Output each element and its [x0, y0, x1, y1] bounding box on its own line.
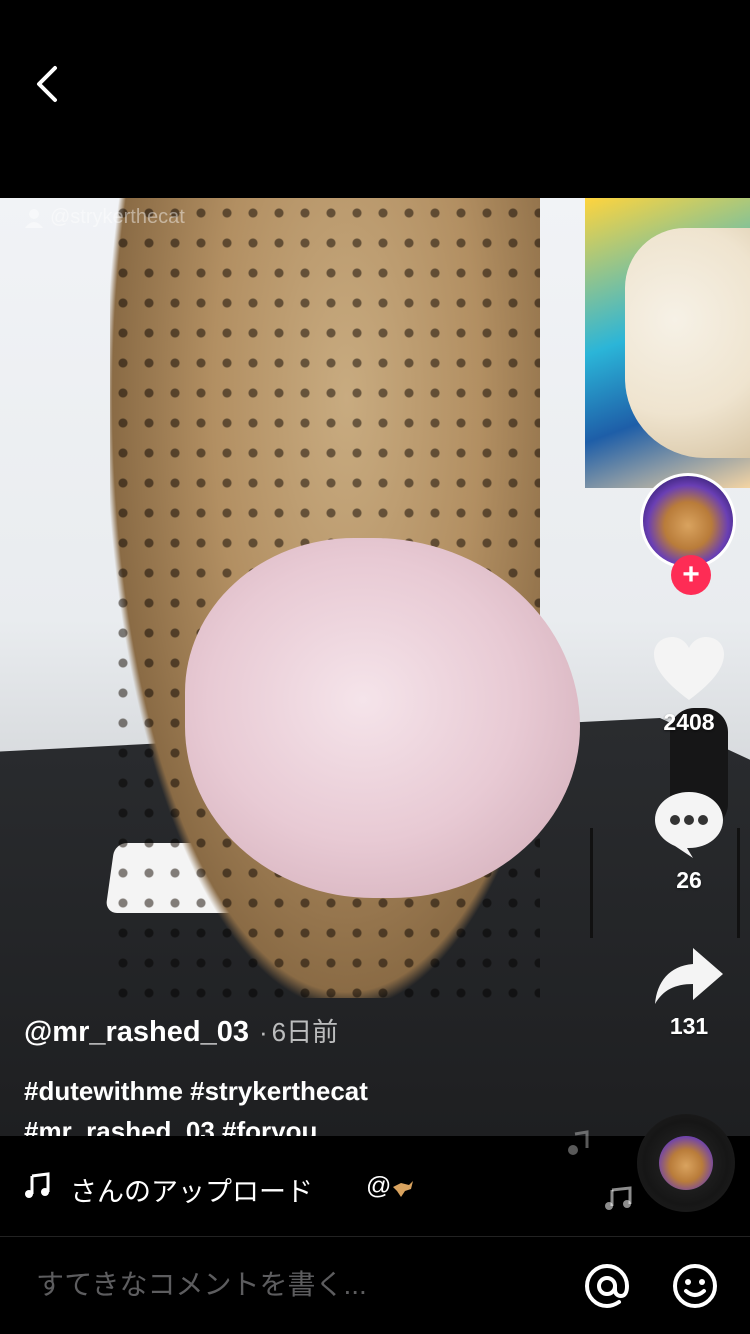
emoji-icon: [673, 1264, 717, 1308]
music-author-at: @: [366, 1172, 392, 1200]
follow-button[interactable]: +: [671, 555, 711, 595]
like-count: 2408: [663, 709, 715, 735]
comment-input[interactable]: [36, 1263, 556, 1307]
music-note-icon: [25, 1172, 50, 1198]
floating-note-icon: [605, 1186, 632, 1210]
hashtags-line-1[interactable]: #dutewithme #strykerthecat: [24, 1071, 624, 1111]
cat-emoji-icon: [393, 1180, 414, 1197]
comment-count: 26: [676, 867, 702, 893]
post-time: 6日前: [271, 1017, 339, 1047]
like-button[interactable]: 2408: [636, 636, 742, 736]
emoji-button[interactable]: [670, 1261, 720, 1311]
mention-button[interactable]: [582, 1261, 632, 1311]
share-button[interactable]: 131: [636, 946, 742, 1040]
floating-note-icon: [568, 1130, 589, 1155]
user-icon: [25, 208, 43, 228]
music-title[interactable]: さんのアップロード: [70, 1170, 313, 1209]
disc-cover: [659, 1136, 713, 1190]
at-icon: [584, 1263, 630, 1309]
comment-button[interactable]: 26: [636, 790, 742, 894]
music-disc[interactable]: [637, 1114, 735, 1212]
watermark: @strykerthecat: [24, 206, 185, 229]
separator-dot: ·: [258, 1017, 268, 1047]
comment-icon: [655, 792, 723, 858]
watermark-text: @strykerthecat: [50, 206, 185, 228]
creator-avatar-wrap[interactable]: +: [640, 473, 738, 595]
share-icon: [655, 948, 723, 1004]
back-button[interactable]: [22, 58, 74, 110]
back-icon: [37, 66, 57, 102]
share-count: 131: [669, 1013, 709, 1039]
wall-painting: [585, 198, 750, 488]
music-author[interactable]: @: [366, 1172, 415, 1201]
comment-bar: [0, 1237, 750, 1334]
top-bar: [0, 0, 750, 198]
heart-icon: [654, 637, 724, 700]
creator-username[interactable]: @mr_rashed_03: [24, 1016, 249, 1049]
video-caption: @mr_rashed_03 · 6日前 #dutewithme #stryker…: [24, 1012, 624, 1151]
